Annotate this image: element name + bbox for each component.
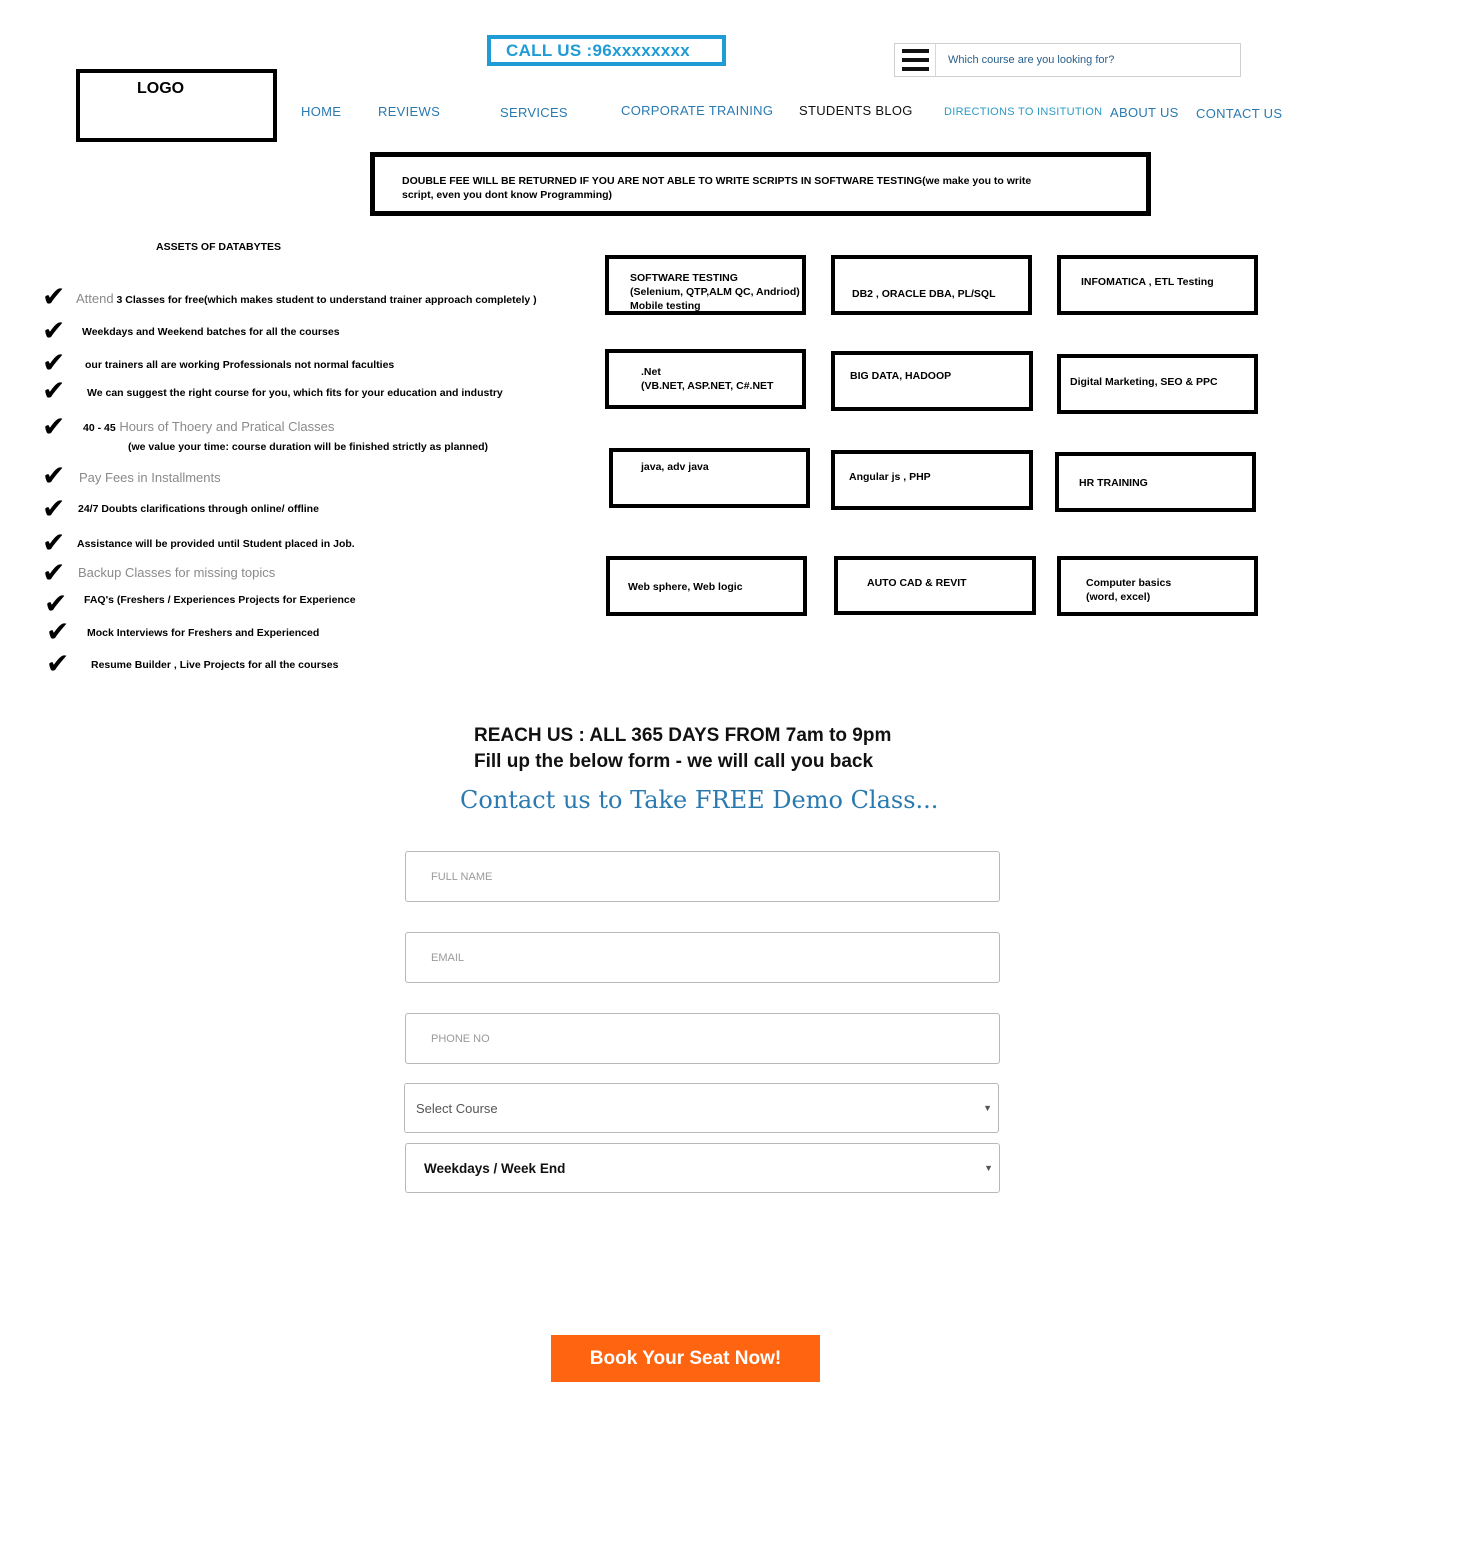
form-intro: Fill up the below form - we will call yo…: [474, 751, 874, 772]
course-search: [894, 43, 1241, 77]
course-informatica[interactable]: INFOMATICA , ETL Testing: [1057, 255, 1258, 315]
asset-item-1-text: 3 Classes for free(which makes student t…: [113, 294, 537, 306]
nav-home[interactable]: HOME: [301, 104, 341, 119]
asset-item-11: Mock Interviews for Freshers and Experie…: [87, 627, 320, 639]
asset-item-8: Assistance will be provided until Studen…: [77, 538, 355, 550]
nav-corporate-training[interactable]: CORPORATE TRAINING: [621, 103, 773, 118]
course-big-data[interactable]: BIG DATA, HADOOP: [831, 351, 1033, 411]
logo[interactable]: LOGO: [76, 69, 277, 142]
asset-item-6: Pay Fees in Installments: [79, 470, 221, 485]
nav-services[interactable]: SERVICES: [500, 105, 568, 120]
asset-item-5-prefix: 40 - 45: [83, 422, 116, 434]
batch-select-value: Weekdays / Week End: [424, 1160, 566, 1176]
asset-item-12: Resume Builder , Live Projects for all t…: [91, 659, 339, 671]
email-input[interactable]: [406, 933, 999, 982]
email-field: [405, 932, 1000, 983]
course-db2-oracle[interactable]: DB2 , ORACLE DBA, PL/SQL: [831, 255, 1032, 315]
course-autocad[interactable]: AUTO CAD & REVIT: [834, 556, 1036, 615]
nav-reviews[interactable]: REVIEWS: [378, 104, 440, 119]
course-select[interactable]: Select Course ▼: [404, 1083, 999, 1133]
course-hr-training[interactable]: HR TRAINING: [1055, 452, 1256, 512]
asset-item-5-sub: (we value your time: course duration wil…: [128, 441, 488, 453]
nav-students-blog[interactable]: STUDENTS BLOG: [799, 103, 913, 118]
course-select-value: Select Course: [416, 1100, 498, 1116]
asset-item-5: 40 - 45 Hours of Thoery and Pratical Cla…: [83, 419, 334, 434]
menu-icon[interactable]: [895, 44, 936, 76]
course-computer-basics[interactable]: Computer basics (word, excel): [1057, 556, 1258, 616]
contact-title: Contact us to Take FREE Demo Class...: [460, 786, 939, 814]
money-back-notice: DOUBLE FEE WILL BE RETURNED IF YOU ARE N…: [370, 152, 1151, 216]
course-software-testing[interactable]: SOFTWARE TESTING (Selenium, QTP,ALM QC, …: [605, 255, 806, 315]
phone-input[interactable]: [406, 1014, 999, 1063]
notice-text: DOUBLE FEE WILL BE RETURNED IF YOU ARE N…: [402, 175, 1032, 201]
course-digital-marketing[interactable]: Digital Marketing, SEO & PPC: [1057, 354, 1258, 414]
asset-item-10: FAQ's (Freshers / Experiences Projects f…: [84, 594, 356, 606]
search-input[interactable]: [936, 53, 1240, 67]
asset-item-4: We can suggest the right course for you,…: [87, 387, 503, 399]
checkmark-icon: ✔: [42, 281, 66, 312]
assets-title: ASSETS OF DATABYTES: [156, 241, 282, 253]
checkmark-icon: ✔: [42, 460, 66, 491]
nav-contact-us[interactable]: CONTACT US: [1196, 106, 1282, 121]
course-websphere[interactable]: Web sphere, Web logic: [606, 556, 807, 616]
full-name-field: [405, 851, 1000, 902]
batch-select[interactable]: Weekdays / Week End ▼: [405, 1143, 1000, 1193]
course-angular-php[interactable]: Angular js , PHP: [831, 450, 1033, 510]
asset-item-1-prefix: Attend: [76, 291, 114, 306]
checkmark-icon: ✔: [42, 557, 66, 588]
asset-item-7: 24/7 Doubts clarifications through onlin…: [78, 503, 319, 515]
dropdown-arrow-icon: ▼: [983, 1103, 992, 1113]
reach-us-hours: REACH US : ALL 365 DAYS FROM 7am to 9pm: [474, 725, 892, 746]
checkmark-icon: ✔: [42, 375, 66, 406]
asset-item-5-text: Hours of Thoery and Pratical Classes: [115, 419, 335, 434]
asset-item-9: Backup Classes for missing topics: [78, 565, 276, 580]
full-name-input[interactable]: [406, 852, 999, 901]
checkmark-icon: ✔: [46, 616, 70, 647]
checkmark-icon: ✔: [46, 648, 70, 679]
checkmark-icon: ✔: [42, 493, 66, 524]
checkmark-icon: ✔: [44, 588, 68, 619]
checkmark-icon: ✔: [42, 315, 66, 346]
asset-item-1: Attend 3 Classes for free(which makes st…: [76, 291, 537, 306]
book-seat-button[interactable]: Book Your Seat Now!: [551, 1335, 820, 1382]
course-java[interactable]: java, adv java: [609, 448, 810, 508]
checkmark-icon: ✔: [42, 347, 66, 378]
nav-about-us[interactable]: ABOUT US: [1110, 105, 1179, 120]
asset-item-2: Weekdays and Weekend batches for all the…: [82, 326, 340, 338]
asset-item-3: our trainers all are working Professiona…: [85, 359, 395, 371]
dropdown-arrow-icon: ▼: [984, 1163, 993, 1173]
phone-field: [405, 1013, 1000, 1064]
course-dotnet[interactable]: .Net (VB.NET, ASP.NET, C#.NET: [605, 349, 806, 409]
nav-directions[interactable]: DIRECTIONS TO INSITUTION: [944, 106, 1102, 118]
checkmark-icon: ✔: [42, 411, 66, 442]
checkmark-icon: ✔: [42, 527, 66, 558]
call-us-banner[interactable]: CALL US :96xxxxxxxx: [487, 35, 726, 66]
